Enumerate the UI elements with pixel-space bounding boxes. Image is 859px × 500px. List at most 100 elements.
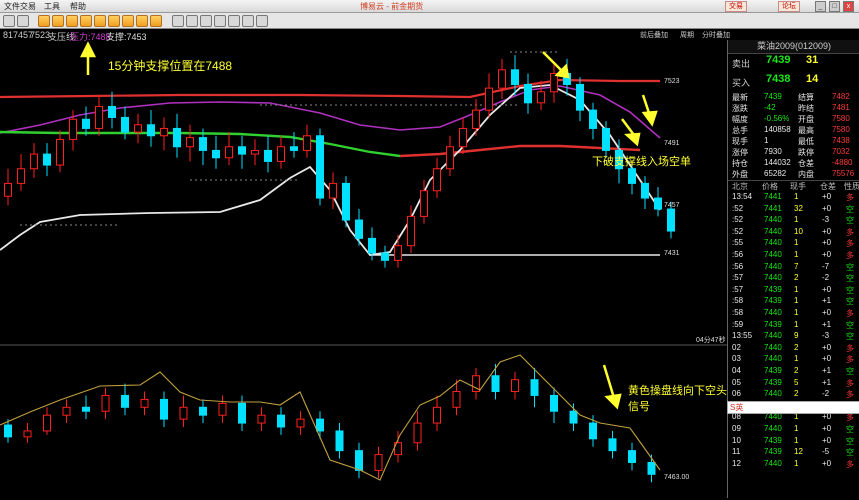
- top-candles-group: [4, 55, 675, 268]
- chart-type-icon[interactable]: [214, 15, 226, 27]
- tick-q: 1: [794, 250, 799, 259]
- tick-row: :52 7440 1 -3 空: [728, 215, 859, 226]
- tick-p: 7439: [764, 447, 782, 457]
- chart-area[interactable]: 15分钟支撑位置在7488 下破支撑线入场空单 黄色操盘线向下空头信号 7523…: [0, 40, 727, 498]
- tick-p: 7441: [764, 203, 782, 213]
- menu-help[interactable]: 帮助: [70, 1, 86, 12]
- candle-body: [452, 391, 461, 408]
- input-toolbar[interactable]: S英: [727, 401, 859, 414]
- tick-q: 1: [794, 435, 799, 445]
- chart-type-icon[interactable]: [228, 15, 240, 27]
- tick-d: +0: [822, 354, 832, 364]
- period-label[interactable]: 周期: [680, 30, 694, 40]
- candle-body: [433, 406, 441, 424]
- stat-l2: 最高: [798, 126, 814, 135]
- tick-d: +1: [822, 296, 832, 306]
- intraday-overlay-label[interactable]: 分时叠加: [702, 30, 730, 40]
- tool-icon[interactable]: [38, 15, 50, 27]
- tick-q: 1: [794, 238, 799, 248]
- tick-k: 空: [846, 436, 854, 446]
- annotation-breakdown: 下破支撑线入场空单: [592, 156, 691, 168]
- menu-trade[interactable]: 交易: [20, 1, 36, 12]
- tick-t: :57: [732, 273, 744, 283]
- tick-d: +1: [822, 319, 832, 329]
- tool-icon[interactable]: [94, 15, 106, 27]
- maximize-button[interactable]: □: [829, 1, 840, 12]
- candle-body: [511, 69, 519, 85]
- tick-d: +1: [822, 366, 832, 375]
- menu-tools[interactable]: 工具: [44, 1, 60, 12]
- candle-body: [530, 379, 539, 396]
- tick-t: :55: [732, 238, 744, 248]
- tick-t: :58: [732, 296, 744, 306]
- tick-d: +0: [822, 308, 832, 317]
- tick-row: :56 7440 1 +0 多: [728, 250, 859, 261]
- tick-t: 02: [732, 342, 741, 352]
- tool-icon[interactable]: [80, 15, 92, 27]
- tick-q: 1: [794, 458, 799, 468]
- chart-type-icon[interactable]: [186, 15, 198, 27]
- candle-body: [62, 406, 71, 416]
- chart-type-icon[interactable]: [172, 15, 184, 27]
- menu-bar: 文件 交易 工具 帮助 博易云 - 前金期货 交易 论坛 _ □ x: [0, 0, 859, 13]
- ime-icon[interactable]: S英: [730, 402, 743, 413]
- tick-q: 1: [794, 192, 799, 201]
- tick-p: 7440: [764, 273, 782, 283]
- tick-p: 7440: [764, 458, 782, 468]
- tick-k: 多: [846, 309, 854, 318]
- grid-icon[interactable]: [3, 15, 15, 27]
- kline-chart[interactable]: [0, 40, 727, 498]
- tool-icon[interactable]: [66, 15, 78, 27]
- tick-row: :59 7439 1 +1 空: [728, 320, 859, 331]
- minimize-button[interactable]: _: [815, 1, 826, 12]
- tick-q: 2: [794, 389, 799, 399]
- candle-body: [199, 406, 207, 416]
- tick-q: 32: [794, 203, 803, 213]
- candle-body: [550, 72, 558, 93]
- trade-button[interactable]: 交易: [725, 1, 747, 12]
- table-icon[interactable]: [17, 15, 29, 27]
- candle-body: [355, 450, 363, 471]
- tick-row: :55 7440 1 +0 多: [728, 238, 859, 249]
- candle-body: [69, 118, 77, 140]
- pressure-line: [0, 78, 660, 99]
- tool-icon[interactable]: [122, 15, 134, 27]
- candle-body: [23, 430, 32, 438]
- tick-t: 05: [732, 377, 741, 387]
- chart-type-icon[interactable]: [200, 15, 212, 27]
- tool-icon[interactable]: [150, 15, 162, 27]
- candle-body: [381, 252, 389, 261]
- candle-body: [4, 424, 12, 438]
- candle-body: [173, 127, 181, 148]
- tool-icon[interactable]: [108, 15, 120, 27]
- chart-type-icon[interactable]: [256, 15, 268, 27]
- tool-icon[interactable]: [52, 15, 64, 27]
- tick-row: 12 7440 1 +0 多: [728, 459, 859, 470]
- candle-body: [43, 414, 51, 432]
- yellow-trade-line: [0, 354, 661, 481]
- tick-t: 04: [732, 366, 741, 375]
- tool-icon[interactable]: [136, 15, 148, 27]
- stat-row: 最新 7439 结算 7482: [728, 92, 859, 103]
- candle-body: [199, 137, 207, 151]
- stat-l2: 最低: [798, 137, 814, 146]
- close-button[interactable]: x: [843, 1, 854, 12]
- tick-q: 1: [794, 284, 799, 294]
- tick-t: 03: [732, 354, 741, 364]
- stat-l: 幅度: [732, 115, 748, 124]
- candle-body: [82, 406, 90, 412]
- tick-p: 7439: [764, 319, 782, 329]
- candle-body: [420, 190, 428, 217]
- overlay-label[interactable]: 前后叠加: [640, 30, 668, 40]
- chart-type-icon[interactable]: [242, 15, 254, 27]
- candle-body: [290, 146, 298, 151]
- tick-d: -2: [822, 273, 830, 283]
- tick-q: 9: [794, 331, 799, 341]
- candle-body: [472, 109, 480, 129]
- tick-header-time: 北京: [732, 182, 748, 191]
- forum-button[interactable]: 论坛: [778, 1, 800, 12]
- candle-body: [569, 410, 578, 424]
- tick-row: 11 7439 12 -5 空: [728, 447, 859, 458]
- menu-file[interactable]: 文件: [4, 1, 20, 12]
- candle-body: [251, 149, 259, 155]
